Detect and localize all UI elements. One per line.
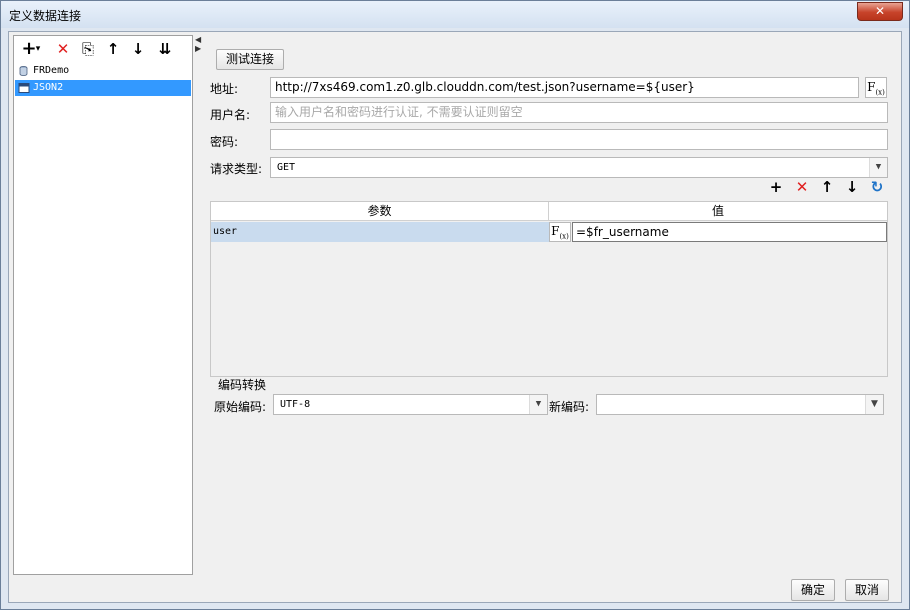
original-encoding-value: UTF-8 <box>280 399 311 410</box>
column-header-value[interactable]: 值 <box>549 202 887 221</box>
address-label: 地址: <box>210 82 239 96</box>
tree-item-label: FRDemo <box>33 65 70 76</box>
username-label: 用户名: <box>210 108 251 122</box>
collapse-left-icon[interactable]: ◀ <box>195 35 201 44</box>
move-param-up-icon[interactable]: ↑ <box>817 178 837 196</box>
ok-button[interactable]: 确定 <box>791 579 835 601</box>
new-encoding-select[interactable]: ▼ <box>596 394 884 415</box>
param-name-cell[interactable]: user <box>211 222 549 242</box>
request-type-label: 请求类型: <box>210 162 263 176</box>
delete-icon[interactable]: ✕ <box>52 39 74 59</box>
value-formula-button[interactable]: F(x) <box>549 222 571 242</box>
encoding-group-label: 编码转换 <box>218 378 267 392</box>
params-table-header: 参数 值 <box>211 202 887 221</box>
move-down-icon[interactable]: ↓ <box>127 39 149 59</box>
cancel-button[interactable]: 取消 <box>845 579 889 601</box>
params-table: 参数 值 user F(x) =$fr_username <box>210 201 888 377</box>
close-button[interactable]: ✕ <box>857 2 903 21</box>
delete-param-icon[interactable]: ✕ <box>792 178 812 196</box>
request-type-select[interactable]: GET ▼ <box>270 157 888 178</box>
window-title: 定义数据连接 <box>9 9 82 23</box>
test-connection-button[interactable]: 测试连接 <box>216 49 284 70</box>
chevron-down-icon: ▼ <box>865 395 883 414</box>
copy-icon[interactable]: ⎘ <box>77 39 99 59</box>
chevron-down-icon: ▼ <box>869 158 887 177</box>
request-type-value: GET <box>277 162 296 173</box>
database-icon <box>19 66 28 76</box>
chevron-down-icon: ▼ <box>529 395 547 414</box>
connection-list-pane: + ▾ ✕ ⎘ ↑ ↓ ⇊ FRDemo JSON2 <box>13 35 193 575</box>
original-encoding-label: 原始编码: <box>214 400 267 414</box>
title-bar: 定义数据连接 ✕ <box>1 1 909 28</box>
move-up-icon[interactable]: ↑ <box>102 39 124 59</box>
add-param-icon[interactable]: + <box>766 178 786 196</box>
param-value-input[interactable]: =$fr_username <box>572 222 887 242</box>
dialog-window: 定义数据连接 ✕ + ▾ ✕ ⎘ ↑ ↓ ⇊ FRDemo JSON2 ◀ ▶ … <box>0 0 910 610</box>
move-param-down-icon[interactable]: ↓ <box>842 178 862 196</box>
dialog-body: + ▾ ✕ ⎘ ↑ ↓ ⇊ FRDemo JSON2 ◀ ▶ 测试连接 地址: … <box>8 31 902 603</box>
address-formula-button[interactable]: F(x) <box>865 77 887 98</box>
address-input[interactable]: http://7xs469.com1.z0.glb.clouddn.com/te… <box>270 77 859 98</box>
username-input[interactable]: 输入用户名和密码进行认证, 不需要认证则留空 <box>270 102 888 123</box>
sort-icon[interactable]: ⇊ <box>154 39 176 59</box>
tree-item-label: JSON2 <box>33 82 64 93</box>
new-encoding-label: 新编码: <box>549 400 590 414</box>
original-encoding-select[interactable]: UTF-8 ▼ <box>273 394 548 415</box>
add-dropdown-icon[interactable]: ▾ <box>33 39 43 59</box>
refresh-icon[interactable]: ↻ <box>867 178 887 196</box>
tree-item-json2[interactable]: JSON2 <box>15 80 191 96</box>
password-label: 密码: <box>210 135 239 149</box>
json-icon <box>18 83 30 93</box>
expand-right-icon[interactable]: ▶ <box>195 44 201 53</box>
column-header-param[interactable]: 参数 <box>211 202 549 221</box>
password-input[interactable] <box>270 129 888 150</box>
tree-item-frdemo[interactable]: FRDemo <box>15 63 191 79</box>
